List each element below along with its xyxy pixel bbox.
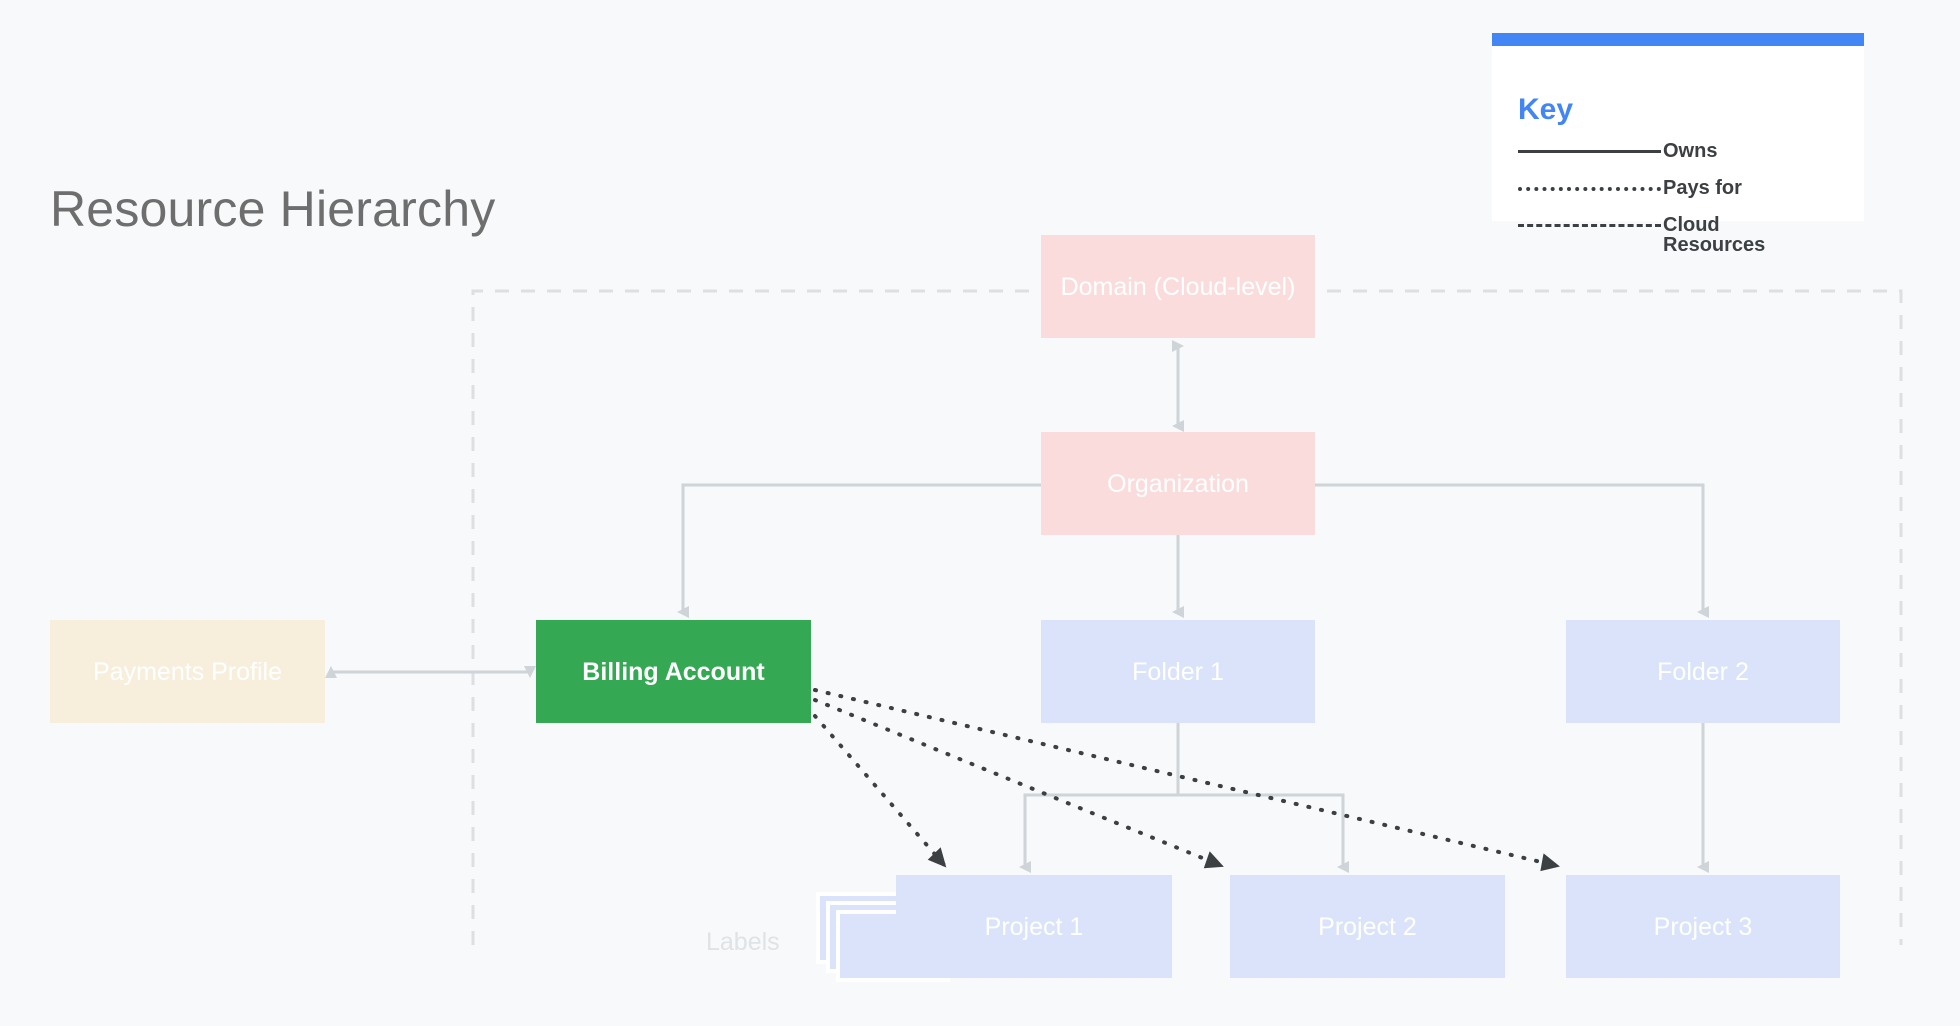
legend-label-pays-for: Pays for (1663, 177, 1742, 199)
node-domain[interactable]: Domain (Cloud-level) (1041, 235, 1315, 338)
dashed-line-icon (1518, 209, 1663, 246)
connector-billing-pays-project2 (813, 698, 1224, 869)
diagram-canvas: Resource Hierarchy Labels Domain (Cloud-… (0, 0, 1960, 1026)
node-project-2[interactable]: Project 2 (1230, 875, 1505, 978)
node-project-3-label: Project 3 (1653, 912, 1753, 941)
labels-caption: Labels (706, 928, 780, 956)
legend-label-cloud-resources: Cloud Resources (1663, 214, 1766, 256)
node-payments-profile[interactable]: Payments Profile (50, 620, 325, 723)
legend-row-owns: Owns (1518, 135, 1848, 172)
node-folder-2-label: Folder 2 (1657, 657, 1749, 686)
node-organization-label: Organization (1107, 469, 1249, 498)
legend-accent-bar (1492, 33, 1864, 46)
node-domain-label: Domain (Cloud-level) (1060, 272, 1296, 301)
solid-line-icon (1518, 135, 1663, 172)
page-title: Resource Hierarchy (50, 181, 496, 237)
connector-organization-billing (677, 483, 1041, 618)
node-project-1[interactable]: Project 1 (896, 875, 1172, 978)
node-payments-profile-label: Payments Profile (93, 657, 282, 686)
dotted-line-icon (1518, 172, 1663, 209)
node-billing-account[interactable]: Billing Account (536, 620, 811, 723)
legend-panel: Key Owns Pays for Cloud Resources (1492, 33, 1864, 255)
legend-heading: Key (1518, 93, 1574, 126)
connector-folder1-project1 (1019, 723, 1180, 873)
node-folder-1-label: Folder 1 (1132, 657, 1224, 686)
node-project-1-label: Project 1 (984, 912, 1084, 941)
legend-row-pays-for: Pays for (1518, 172, 1848, 209)
node-billing-account-label: Billing Account (582, 657, 765, 686)
owns-connectors (325, 340, 1709, 873)
connector-billing-pays-project1 (813, 714, 947, 868)
legend-body: Key Owns Pays for Cloud Resources (1492, 46, 1864, 255)
legend-label-owns: Owns (1663, 140, 1718, 162)
node-project-3[interactable]: Project 3 (1566, 875, 1840, 978)
node-project-2-label: Project 2 (1318, 912, 1417, 941)
node-folder-2[interactable]: Folder 2 (1566, 620, 1840, 723)
legend-rows: Owns Pays for Cloud Resources (1518, 135, 1848, 255)
cloud-resources-boundary (471, 289, 1903, 945)
connector-folder1-project2 (1178, 793, 1349, 873)
connector-organization-folder2 (1315, 483, 1709, 618)
node-organization[interactable]: Organization (1041, 432, 1315, 535)
node-folder-1[interactable]: Folder 1 (1041, 620, 1315, 723)
legend-row-cloud-resources: Cloud Resources (1518, 209, 1848, 255)
